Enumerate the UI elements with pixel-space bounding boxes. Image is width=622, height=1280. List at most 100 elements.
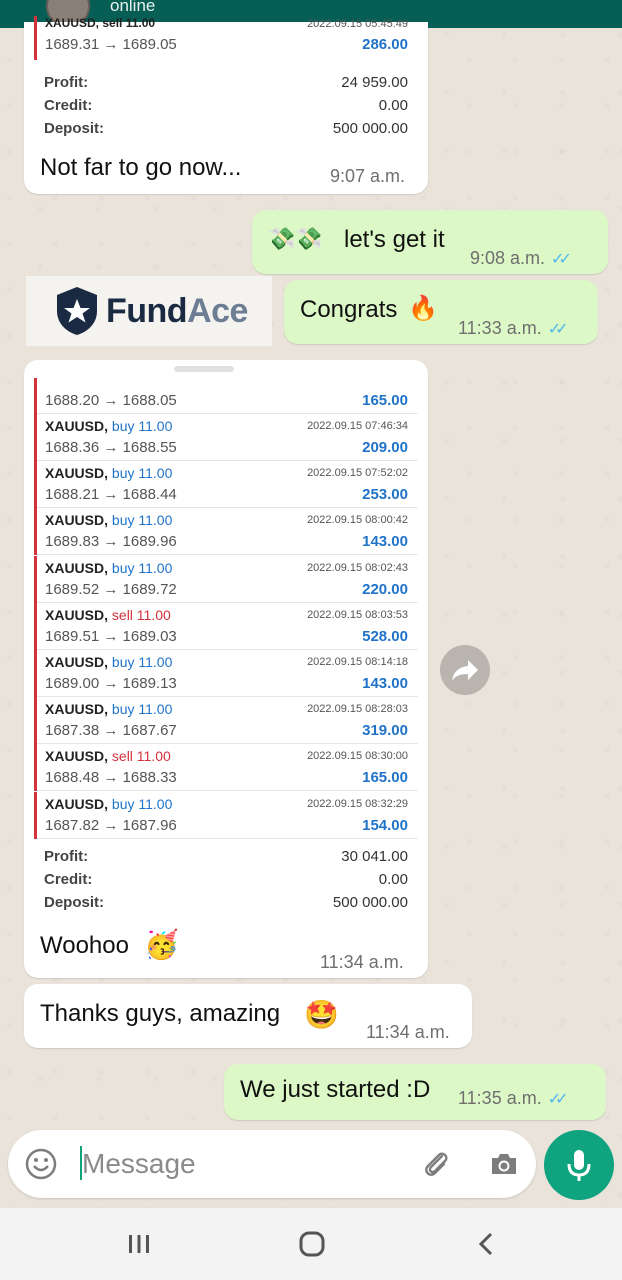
trade-profit: 165.00 — [362, 769, 408, 787]
summary-value: 24 959.00 — [341, 74, 408, 91]
trade-row: XAUUSD, buy 11.00 2022.09.15 08:32:29 1687… — [34, 791, 418, 839]
trade-profit: 143.00 — [362, 533, 408, 551]
trade-symbol: XAUUSD, sell 11.00 — [45, 748, 171, 764]
trade-symbol: XAUUSD, buy 11.00 — [45, 701, 172, 717]
trade-profit: 220.00 — [362, 580, 408, 598]
trade-prices: 1689.00 → 1689.13 — [45, 675, 177, 692]
read-ticks-icon: ✓✓ — [547, 321, 569, 338]
trade-datetime: 2022.09.15 08:30:00 — [307, 750, 408, 763]
trade-prices: 1688.36 → 1688.55 — [45, 439, 177, 456]
trade-datetime: 2022.09.15 08:28:03 — [307, 703, 408, 716]
summary-value: 30 041.00 — [341, 848, 408, 865]
incoming-message[interactable]: Thanks guys, amazing 🤩 11:34 a.m. — [24, 984, 472, 1048]
attach-icon[interactable] — [418, 1146, 454, 1182]
trade-row: XAUUSD, buy 11.00 2022.09.15 08:02:43 1689… — [34, 555, 418, 603]
summary-value: 0.00 — [378, 871, 408, 888]
trade-datetime: 2022.09.15 08:00:42 — [307, 514, 408, 527]
home-icon[interactable] — [297, 1229, 327, 1259]
trade-prices: 1689.83 → 1689.96 — [45, 533, 177, 551]
trade-datetime: 2022.09.15 05:45:49 — [307, 18, 408, 30]
emoji-icon[interactable] — [23, 1146, 59, 1182]
trade-datetime: 2022.09.15 08:03:53 — [307, 608, 408, 621]
message-text: Congrats — [300, 296, 398, 323]
message-time: 9:08 a.m. ✓✓ — [470, 248, 572, 268]
shield-star-icon — [57, 287, 97, 335]
trade-symbol: XAUUSD, sell 11.00 — [45, 607, 171, 623]
summary-deposit-row: Deposit: 500 000.00 — [44, 894, 408, 917]
incoming-report-message[interactable]: 1688.20 → 1688.05 165.00 XAUUSD, buy 11.… — [24, 360, 428, 978]
trade-row: XAUUSD, buy 11.00 2022.09.15 07:52:02 1688… — [34, 461, 418, 509]
fire-emoji-icon: 🔥 — [408, 295, 438, 322]
trade-side: buy 11.00 — [111, 654, 173, 670]
report-screenshot: 1688.20 → 1688.05 165.00 XAUUSD, buy 11.… — [34, 366, 418, 911]
trade-symbol-name: XAUUSD, — [45, 606, 109, 623]
brand-logo: FundAce — [26, 276, 272, 346]
summary-profit-row: Profit: 24 959.00 — [44, 74, 408, 97]
outgoing-message[interactable]: 💸💸 let's get it 9:08 a.m. ✓✓ — [252, 210, 608, 274]
trade-side: sell 11.00 — [111, 606, 171, 623]
trade-row: XAUUSD, buy 11.00 2022.09.15 08:28:03 1687… — [34, 697, 418, 745]
recent-apps-icon[interactable] — [124, 1229, 154, 1259]
summary-deposit-row: Deposit: 500 000.00 — [44, 120, 408, 143]
trade-symbol-name: XAUUSD, — [45, 654, 109, 670]
outgoing-message[interactable]: Congrats 🔥 11:33 a.m. ✓✓ — [284, 280, 598, 344]
trade-prices: 1687.82 → 1687.96 — [45, 816, 177, 834]
forward-icon — [452, 660, 478, 681]
camera-icon[interactable] — [486, 1146, 522, 1182]
trade-prices: 1689.31 → 1689.05 — [45, 36, 177, 53]
message-time: 11:33 a.m. ✓✓ — [458, 318, 569, 338]
message-time: 11:35 a.m. ✓✓ — [458, 1088, 568, 1108]
trade-datetime: 2022.09.15 08:32:29 — [307, 797, 408, 810]
incoming-report-message[interactable]: XAUUSD, sell 11.00 2022.09.15 05:45:49 1… — [24, 16, 428, 194]
trade-symbol: XAUUSD, buy 11.00 — [45, 654, 172, 670]
money-emoji-icon: 💸💸 — [268, 226, 323, 251]
trade-prices: 1688.21 → 1688.44 — [45, 486, 177, 504]
message-input[interactable]: Message — [82, 1148, 196, 1180]
message-time: 9:07 a.m. — [330, 166, 406, 186]
message-text: We just started :D — [240, 1076, 431, 1103]
trade-profit: 286.00 — [362, 36, 408, 53]
summary-label: Deposit: — [44, 120, 104, 137]
trade-side: buy 11.00 — [111, 465, 173, 482]
trade-profit: 528.00 — [362, 627, 408, 645]
summary-label: Credit: — [44, 97, 93, 114]
message-text: Not far to go now... — [40, 154, 242, 181]
trade-row: XAUUSD, buy 11.00 2022.09.15 08:00:42 1689… — [34, 508, 418, 556]
trade-symbol-name: XAUUSD, — [45, 465, 109, 482]
trade-symbol-name: XAUUSD, — [45, 701, 109, 718]
trade-datetime: 2022.09.15 07:46:34 — [307, 420, 408, 432]
trade-profit: 154.00 — [362, 816, 408, 834]
brand-part-ace: Ace — [187, 292, 248, 330]
trade-symbol: XAUUSD, buy 11.00 — [45, 465, 172, 481]
brand-wordmark: FundAce — [106, 292, 248, 331]
trade-symbol-name: XAUUSD, — [45, 795, 109, 812]
outgoing-message[interactable]: We just started :D 11:35 a.m. ✓✓ — [224, 1064, 606, 1120]
message-time: 11:34 a.m. — [366, 1022, 450, 1042]
mic-button[interactable] — [544, 1130, 614, 1200]
scroll-handle — [174, 366, 234, 372]
trade-row: 1688.20 → 1688.05 165.00 — [34, 378, 418, 414]
summary-value: 500 000.00 — [332, 120, 408, 137]
message-text: Woohoo — [40, 932, 129, 959]
trade-side: buy 11.00 — [111, 512, 173, 529]
trade-row: XAUUSD, buy 11.00 2022.09.15 07:46:34 1688… — [34, 414, 418, 461]
summary-value: 0.00 — [378, 97, 408, 114]
trade-symbol-name: XAUUSD, — [45, 418, 109, 434]
trade-row: XAUUSD, sell 11.00 2022.09.15 05:45:49 1… — [34, 16, 418, 60]
trade-symbol: XAUUSD, buy 11.00 — [45, 418, 172, 434]
trade-row: XAUUSD, sell 11.00 2022.09.15 08:03:53 168… — [34, 602, 418, 650]
trade-symbol: XAUUSD, buy 11.00 — [45, 560, 172, 576]
forward-button[interactable] — [440, 645, 490, 695]
trade-row: XAUUSD, buy 11.00 2022.09.15 08:14:18 1689… — [34, 650, 418, 697]
report-screenshot: XAUUSD, sell 11.00 2022.09.15 05:45:49 1… — [34, 16, 418, 137]
message-input-bar[interactable]: Message — [8, 1130, 536, 1198]
trade-profit: 209.00 — [362, 439, 408, 456]
trade-symbol: XAUUSD, sell 11.00 — [45, 16, 156, 30]
trade-profit: 319.00 — [362, 722, 408, 740]
summary-label: Credit: — [44, 871, 93, 888]
back-icon[interactable] — [472, 1229, 502, 1259]
summary-credit-row: Credit: 0.00 — [44, 97, 408, 120]
trade-profit: 143.00 — [362, 675, 408, 692]
trade-side: buy 11.00 — [111, 559, 173, 576]
trade-prices: 1688.48 → 1688.33 — [45, 769, 177, 787]
